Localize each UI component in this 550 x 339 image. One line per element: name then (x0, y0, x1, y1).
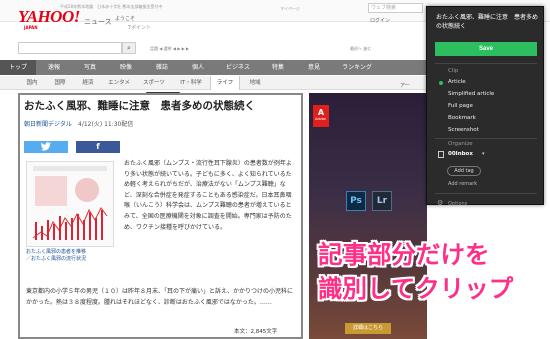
clip-option-full-page[interactable]: Full page (448, 103, 473, 109)
subtab-sports[interactable]: スポーツ (136, 76, 172, 90)
notebook-selector[interactable]: 00Inbox (448, 151, 473, 157)
gear-icon[interactable]: ⚙ (437, 200, 443, 207)
welcome-text: ようこそ (115, 16, 136, 22)
photoshop-icon: Ps (346, 191, 366, 211)
tab-photo[interactable]: 写真 (72, 60, 108, 75)
article-body-continued: 東京都内の小学５年の男児（１０）は昨年８月末、「耳の下が痛い」と訴え、かかりつけ… (26, 288, 294, 306)
tab-breaking[interactable]: 速報 (36, 60, 72, 75)
login-link[interactable]: ログイン (370, 17, 390, 24)
search-icon[interactable]: ⌕ (122, 42, 136, 54)
sub-nav: 国内 国際 経済 エンタメ スポーツ IT・科学 ライフ 地域 (0, 76, 430, 90)
figure-caption[interactable]: おたふく風邪の患者を推移 ／おたふく風邪の流行状況 (26, 249, 118, 263)
sidebar-label[interactable]: アー (400, 82, 410, 89)
lightroom-icon: Lr (372, 191, 392, 211)
twitter-share-button[interactable] (24, 141, 68, 153)
yahoo-logo[interactable]: YAHOO! (18, 8, 80, 25)
article-source[interactable]: 朝日新聞デジタル (24, 119, 72, 128)
subtab-life[interactable]: ライフ (210, 76, 240, 90)
overlay-line-2: 識別してクリップ (318, 274, 514, 303)
tab-individual[interactable]: 個人 (180, 60, 216, 75)
tab-opinion[interactable]: 意見 (296, 60, 332, 75)
twitter-icon (24, 141, 68, 155)
web-clipper-panel: おたふく風邪、難睡に注意 患者多めの状態続く Save Clip Article… (426, 6, 544, 207)
points-link[interactable]: Tポイント (128, 24, 151, 31)
subtab-region[interactable]: 地域 (240, 76, 270, 90)
subtab-entertainment[interactable]: エンタメ (102, 76, 136, 90)
adobe-logo: A (313, 105, 329, 127)
yahoo-logo-sub: JAPAN (24, 25, 38, 30)
tab-video[interactable]: 映像 (108, 60, 144, 75)
article-figure[interactable] (26, 161, 114, 247)
selected-dot-icon (439, 81, 443, 85)
top-search-input[interactable]: ウェブ検索 (368, 3, 423, 13)
options-link[interactable]: Options (448, 201, 467, 207)
add-tag-button[interactable]: Add tag (447, 166, 481, 176)
facebook-share-button[interactable]: f (76, 141, 120, 153)
tab-feature[interactable]: 特集 (260, 60, 296, 75)
article-selection: おたふく風邪、難睡に注意 患者多めの状態続く 朝日新聞デジタル 4/12(火) … (18, 93, 303, 339)
article-title: おたふく風邪、難睡に注意 患者多めの状態続く (24, 100, 255, 112)
add-remark-button[interactable]: Add remark (448, 181, 477, 187)
clip-section-label: Clip (448, 68, 459, 74)
clip-note-title[interactable]: おたふく風邪、難睡に注意 患者多めの状態続く (436, 13, 538, 31)
main-nav: トップ 速報 写真 映像 雑誌 個人 ビジネス 特集 意見 ランキング (0, 60, 430, 75)
subtab-international[interactable]: 国際 (46, 76, 74, 90)
subtab-it-science[interactable]: IT・科学 (172, 76, 210, 90)
tab-ranking[interactable]: ランキング (332, 60, 382, 75)
clip-option-bookmark[interactable]: Bookmark (448, 115, 476, 121)
save-button[interactable]: Save (435, 42, 537, 56)
article-body: おたふく風邪（ムンプス・流行性耳下腺炎）の患者数が例年より多い状態が続いている。… (124, 160, 292, 231)
clip-option-article[interactable]: Article (448, 79, 466, 85)
news-tag[interactable]: ニュース (84, 17, 112, 27)
tab-business[interactable]: ビジネス (216, 60, 260, 75)
promo-overlay-text: 記事部分だけを 識別してクリップ (318, 238, 513, 306)
clip-option-screenshot[interactable]: Screenshot (448, 127, 479, 133)
clip-option-simplified[interactable]: Simplified article (448, 91, 494, 97)
topic-links[interactable]: 話題 ◀ 選挙 ◀ ▶ ▶ ▶ (150, 46, 189, 52)
divider (435, 138, 537, 139)
search-row: ⌕ 話題 ◀ 選挙 ◀ ▶ ▶ ▶ 最初へ 進む (0, 40, 430, 56)
article-char-count: 本文：2,845文字 (234, 329, 278, 335)
ad-cta-button[interactable]: 詳細はこちら (345, 323, 391, 334)
tab-magazine[interactable]: 雑誌 (144, 60, 180, 75)
adobe-wordmark: Adobe (315, 117, 327, 121)
top-link[interactable]: マイページ (280, 6, 300, 12)
subtab-economy[interactable]: 経済 (74, 76, 102, 90)
news-search-input[interactable] (18, 42, 122, 54)
notebook-icon (438, 151, 444, 158)
organize-section-label: Organize (448, 141, 473, 147)
pager-links[interactable]: 最初へ 進む (350, 46, 371, 52)
article-date: 4/12(火) 11:30配信 (78, 121, 134, 128)
tab-top[interactable]: トップ (0, 60, 36, 75)
figure-chart-thumbnail (27, 162, 113, 246)
subtab-domestic[interactable]: 国内 (18, 76, 46, 90)
overlay-line-1: 記事部分だけを (318, 240, 490, 269)
chevron-down-icon[interactable]: ▾ (482, 151, 485, 157)
divider (435, 193, 537, 194)
divider (435, 63, 537, 64)
facebook-icon: f (96, 142, 100, 151)
